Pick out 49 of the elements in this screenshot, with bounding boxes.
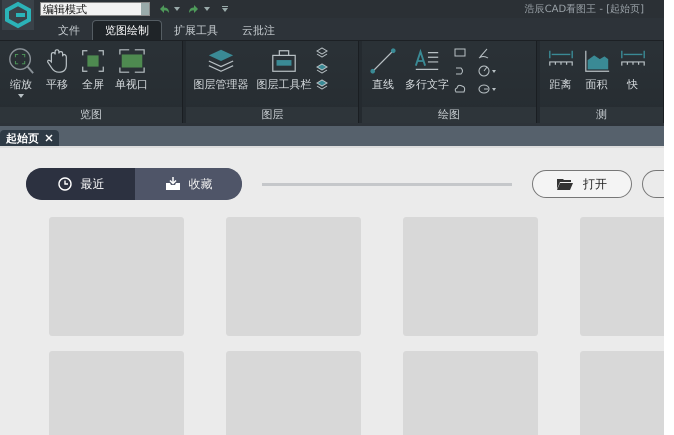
clock-icon (56, 177, 72, 191)
ribbon-tool-button[interactable]: 缩放 (4, 45, 38, 100)
group-label: 绘图 (362, 107, 536, 123)
ribbon-tool-button[interactable]: 直线 (366, 45, 400, 94)
layers-icon[interactable] (316, 47, 328, 59)
group-label: 测 (540, 107, 663, 123)
circle-icon[interactable] (478, 65, 496, 77)
layers-icon (206, 47, 235, 75)
menu-tab[interactable]: 览图绘制 (92, 20, 162, 40)
segment-button[interactable]: 最近 (26, 168, 135, 200)
fullscreen-icon (79, 47, 107, 75)
caret-icon (18, 94, 24, 98)
ribbon-tool-button[interactable]: 全屏 (76, 45, 110, 94)
zoom-icon (7, 47, 35, 75)
ribbon-tool-button[interactable]: 图层工具栏 (253, 45, 314, 94)
caret-icon[interactable] (174, 7, 180, 11)
group-label: 览图 (0, 107, 182, 123)
window-title: 浩辰CAD看图王 - [起始页] (524, 2, 644, 16)
pencil-icon[interactable] (478, 47, 490, 59)
inbox-download-icon (164, 177, 180, 191)
ribbon-tool-button[interactable]: 单视口 (112, 45, 151, 94)
ribbon-tool-button[interactable]: 平移 (40, 45, 74, 94)
toolbox-icon (270, 47, 298, 75)
layers-icon[interactable] (316, 79, 328, 91)
menu-tab[interactable]: 扩展工具 (162, 20, 230, 40)
ribbon-tool-button[interactable]: 多行文字 (402, 45, 452, 94)
document-tab[interactable]: 起始页 (0, 130, 59, 146)
layers-icon[interactable] (316, 63, 328, 75)
rectangle-icon[interactable] (454, 47, 466, 59)
open-button[interactable]: 打开 (532, 170, 632, 198)
folder-icon (557, 178, 573, 190)
ribbon-tool-button[interactable]: 面积 (580, 45, 614, 94)
ribbon-tool-button[interactable]: 图层管理器 (190, 45, 252, 94)
ribbon-tool-button[interactable]: 距离 (544, 45, 578, 94)
group-label: 图层 (186, 107, 358, 123)
menu-tab[interactable]: 云批注 (230, 20, 287, 40)
close-icon[interactable] (45, 134, 53, 142)
undo-icon[interactable] (158, 4, 170, 14)
ellipse-icon[interactable] (478, 83, 496, 95)
menu-tab[interactable]: 文件 (46, 20, 92, 40)
line-icon (369, 47, 398, 75)
cloud-icon[interactable] (454, 83, 466, 95)
app-logo-icon[interactable] (2, 0, 34, 30)
customize-icon[interactable] (222, 6, 228, 12)
viewport-icon (118, 47, 146, 75)
mode-dropdown[interactable]: 编辑模式 (40, 2, 150, 16)
caret-icon[interactable] (204, 7, 210, 11)
redo-icon[interactable] (188, 4, 200, 14)
ribbon-tool-button[interactable]: 快 (616, 45, 650, 94)
